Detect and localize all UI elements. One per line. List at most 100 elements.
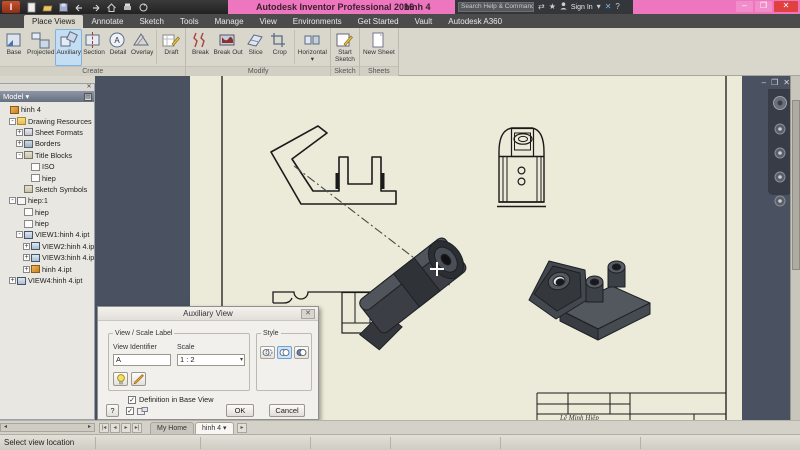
orbit-icon[interactable]: [774, 170, 786, 188]
tree-expand-icon[interactable]: +: [9, 277, 16, 284]
tab-sketch[interactable]: Sketch: [131, 15, 171, 28]
search-input[interactable]: Search Help & Commands...: [458, 2, 534, 12]
next-sheet-icon[interactable]: ▸: [121, 423, 131, 433]
help-icon[interactable]: ?: [615, 2, 619, 12]
doc-tab-hinh-4-[interactable]: hinh 4 ▾: [195, 422, 234, 434]
tab-environments[interactable]: Environments: [285, 15, 350, 28]
home-icon[interactable]: [106, 2, 117, 13]
detail-button[interactable]: ADetail: [106, 29, 130, 66]
update-icon[interactable]: [138, 2, 149, 13]
projected-button[interactable]: Projected: [26, 29, 55, 66]
tree-item-hiep[interactable]: hiep: [0, 218, 94, 229]
tree-item-iso[interactable]: ISO: [0, 161, 94, 172]
first-sheet-icon[interactable]: |◂: [99, 423, 109, 433]
tab-vault[interactable]: Vault: [407, 15, 441, 28]
navigation-wheel-icon[interactable]: [772, 95, 788, 116]
signin-dropdown-icon[interactable]: ▾: [597, 2, 601, 12]
look-at-icon[interactable]: [774, 194, 786, 212]
prev-sheet-icon[interactable]: ◂: [110, 423, 120, 433]
new-file-icon[interactable]: [26, 2, 37, 13]
style-hidden-line-button[interactable]: [260, 346, 275, 359]
tab-place-views[interactable]: Place Views: [24, 15, 83, 28]
tab-annotate[interactable]: Annotate: [83, 15, 131, 28]
tree-item-view4-hinh-4-ipt[interactable]: +VIEW4:hinh 4.ipt: [0, 275, 94, 286]
tab-view[interactable]: View: [252, 15, 285, 28]
tree-item-title-blocks[interactable]: -Title Blocks: [0, 150, 94, 161]
edit-label-pencil-button[interactable]: [131, 372, 146, 386]
undo-icon[interactable]: [74, 2, 85, 13]
section-button[interactable]: Section: [82, 29, 106, 66]
break-button[interactable]: Break: [188, 29, 212, 66]
minimize-button[interactable]: –: [736, 1, 753, 12]
doc-close-icon[interactable]: ✕: [783, 78, 790, 87]
tree-item-hiep-1[interactable]: -hiep:1: [0, 195, 94, 206]
scroll-right-icon[interactable]: ▸: [85, 424, 94, 431]
horizontal-button[interactable]: Horizontal ▾: [297, 29, 328, 66]
scale-select[interactable]: 1 : 2 ▾: [177, 354, 245, 366]
pan-icon[interactable]: [774, 122, 786, 140]
inventor-app-icon[interactable]: I: [2, 1, 20, 13]
scroll-left-icon[interactable]: ◂: [1, 424, 10, 431]
tree-expand-icon[interactable]: +: [23, 254, 30, 261]
draft-button[interactable]: Draft: [159, 29, 183, 66]
cancel-button[interactable]: Cancel: [269, 404, 305, 417]
tree-item-hinh-4[interactable]: hinh 4: [0, 104, 94, 115]
tab-manage[interactable]: Manage: [207, 15, 252, 28]
tab-scroll-right-icon[interactable]: ▸: [237, 423, 247, 433]
tree-item-view3-hinh-4-ip[interactable]: +VIEW3:hinh 4.ip: [0, 252, 94, 263]
style-hidden-line-removed-button[interactable]: [277, 346, 292, 359]
vertical-scrollbar[interactable]: [790, 76, 800, 420]
view-identifier-input[interactable]: A: [113, 354, 171, 366]
base-button[interactable]: Base: [2, 29, 26, 66]
open-icon[interactable]: [42, 2, 53, 13]
tab-autodesk-a360[interactable]: Autodesk A360: [440, 15, 510, 28]
save-icon[interactable]: [58, 2, 69, 13]
tree-expand-icon[interactable]: -: [9, 197, 16, 204]
close-button[interactable]: ✕: [774, 1, 798, 12]
tree-item-sketch-symbols[interactable]: Sketch Symbols: [0, 184, 94, 195]
tree-item-hiep[interactable]: hiep: [0, 207, 94, 218]
tree-expand-icon[interactable]: -: [16, 231, 23, 238]
sign-in-button[interactable]: Sign In: [571, 4, 593, 11]
doc-minimize-icon[interactable]: –: [762, 78, 766, 87]
tree-expand-icon[interactable]: +: [16, 140, 23, 147]
zoom-icon[interactable]: [774, 146, 786, 164]
tree-expand-icon[interactable]: +: [23, 243, 30, 250]
doc-tab-my-home[interactable]: My Home: [150, 422, 194, 434]
tree-item-view2-hinh-4-ip[interactable]: +VIEW2:hinh 4.ip: [0, 241, 94, 252]
dialog-help-button[interactable]: ?: [106, 404, 119, 417]
preview-checkbox[interactable]: ✓: [126, 407, 134, 415]
redo-icon[interactable]: [90, 2, 101, 13]
start-button[interactable]: Start Sketch: [333, 29, 357, 66]
tree-expand-icon[interactable]: +: [16, 129, 23, 136]
restore-button[interactable]: ❐: [755, 1, 772, 12]
tree-item-hiep[interactable]: hiep: [0, 172, 94, 183]
tree-item-sheet-formats[interactable]: +Sheet Formats: [0, 127, 94, 138]
auxiliary-button[interactable]: Auxiliary: [55, 29, 82, 66]
browser-header[interactable]: Model ▾ ▤: [0, 91, 94, 102]
browser-horizontal-scrollbar[interactable]: ◂ ▸: [0, 423, 95, 432]
exchange-apps-icon[interactable]: ⇄: [538, 2, 545, 12]
browser-header-dropdown-icon[interactable]: ▾: [26, 92, 30, 101]
tree-item-drawing-resources[interactable]: -Drawing Resources: [0, 115, 94, 126]
definition-in-base-view-option[interactable]: ✓ Definition in Base View: [128, 395, 214, 404]
browser-filter-icon[interactable]: ▤: [84, 93, 92, 101]
tree-item-view1-hinh-4-ipt[interactable]: -VIEW1:hinh 4.ipt: [0, 229, 94, 240]
tab-get-started[interactable]: Get Started: [350, 15, 407, 28]
tree-item-borders[interactable]: +Borders: [0, 138, 94, 149]
definition-checkbox[interactable]: ✓: [128, 396, 136, 404]
break-out-button[interactable]: Break Out: [212, 29, 243, 66]
new-sheet-button[interactable]: New Sheet: [362, 29, 396, 66]
slice-button[interactable]: Slice: [244, 29, 268, 66]
vertical-scrollbar-thumb[interactable]: [792, 100, 800, 270]
tree-expand-icon[interactable]: -: [9, 118, 16, 125]
favorites-star-icon[interactable]: ★: [549, 2, 556, 12]
style-shaded-button[interactable]: [294, 346, 309, 359]
dialog-titlebar[interactable]: Auxiliary View ✕: [98, 307, 318, 321]
dialog-close-icon[interactable]: ✕: [301, 309, 315, 319]
tab-tools[interactable]: Tools: [172, 15, 207, 28]
tree-item-hinh-4-ipt[interactable]: +hinh 4.ipt: [0, 263, 94, 274]
ok-button[interactable]: OK: [226, 404, 254, 417]
doc-restore-icon[interactable]: ❐: [771, 78, 778, 87]
print-icon[interactable]: [122, 2, 133, 13]
